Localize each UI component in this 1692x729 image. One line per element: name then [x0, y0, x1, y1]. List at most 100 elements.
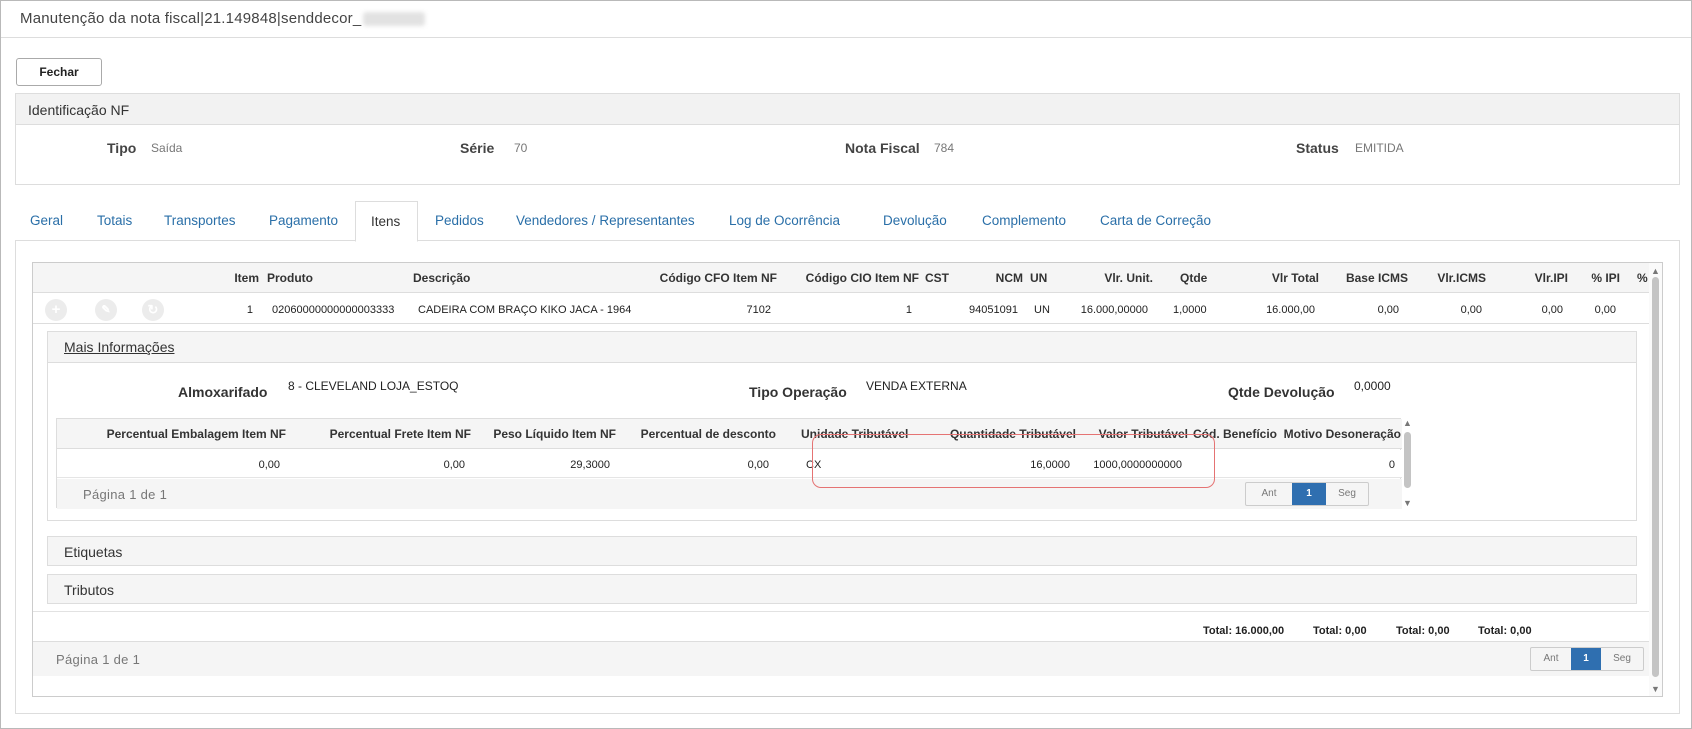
cell-valor: 1000,0000000000: [1093, 459, 1182, 471]
tab-complemento[interactable]: Complemento: [967, 201, 1081, 241]
tab-vendedores[interactable]: Vendedores / Representantes: [501, 201, 710, 241]
tipo-value: Saída: [151, 141, 183, 155]
scroll-up-icon[interactable]: ▲: [1651, 266, 1660, 276]
col-vlr-unit[interactable]: Vlr. Unit.: [1053, 271, 1153, 285]
cell-qtde: 1,0000: [1173, 304, 1207, 316]
col-motivo-desoneracao[interactable]: Motivo Desoneração: [1277, 427, 1401, 441]
scroll-down-icon[interactable]: ▼: [1651, 684, 1660, 694]
cell-vlr-unit: 16.000,00000: [1080, 304, 1148, 316]
col-produto[interactable]: Produto: [267, 271, 313, 285]
col-cio[interactable]: Código CIO Item NF: [773, 271, 919, 285]
items-grid-header: Item Produto Descrição Código CFO Item N…: [33, 263, 1662, 293]
tab-pagamento[interactable]: Pagamento: [254, 201, 353, 241]
sub-pager: Ant 1 Seg: [1245, 482, 1369, 506]
total-base-icms: Total: 0,00: [1313, 625, 1367, 637]
cell-cfo: 7102: [746, 304, 771, 316]
fechar-button[interactable]: Fechar: [16, 58, 102, 86]
col-base-icms[interactable]: Base ICMS: [1323, 271, 1408, 285]
tipo-operacao-label: Tipo Operação: [749, 384, 847, 400]
col-unidade-tributavel[interactable]: Unidade Tributável: [801, 427, 908, 441]
sub-grid-footer: Página 1 de 1 Ant 1 Seg: [57, 479, 1402, 509]
tab-geral[interactable]: Geral: [15, 201, 78, 241]
cell-produto: 02060000000000003333: [272, 304, 395, 316]
cell-embalagem: 0,00: [258, 459, 280, 471]
tab-totais[interactable]: Totais: [82, 201, 147, 241]
tab-transportes[interactable]: Transportes: [149, 201, 251, 241]
sub-pager-prev[interactable]: Ant: [1246, 483, 1292, 505]
col-vlr-total[interactable]: Vlr Total: [1233, 271, 1319, 285]
scroll-thumb[interactable]: [1652, 277, 1659, 677]
cell-frete: 0,00: [443, 459, 465, 471]
tab-pedidos[interactable]: Pedidos: [420, 201, 499, 241]
mais-informacoes-title[interactable]: Mais Informações: [64, 339, 174, 355]
tab-bar: Geral Totais Transportes Pagamento Itens…: [15, 201, 1680, 242]
total-vlr-total: Total: 16.000,00: [1203, 625, 1285, 637]
col-cst[interactable]: CST: [925, 271, 949, 285]
col-percentual-desconto[interactable]: Percentual de desconto: [616, 427, 776, 441]
col-item[interactable]: Item: [199, 271, 259, 285]
col-peso-liquido[interactable]: Peso Líquido Item NF: [471, 427, 616, 441]
items-pager-prev[interactable]: Ant: [1531, 648, 1571, 670]
cell-item: 1: [246, 304, 253, 316]
col-descricao[interactable]: Descrição: [413, 271, 470, 285]
tab-carta-correcao[interactable]: Carta de Correção: [1085, 201, 1226, 241]
col-percentual-frete[interactable]: Percentual Frete Item NF: [286, 427, 471, 441]
tab-itens[interactable]: Itens: [355, 201, 418, 242]
serie-label: Série: [460, 140, 495, 156]
sub-table-row[interactable]: 0,00 0,00 29,3000 0,00 CX 16,0000 1000,0…: [57, 450, 1402, 478]
sub-grid-scrollbar[interactable]: ▲ ▼: [1402, 418, 1414, 508]
col-cfo[interactable]: Código CFO Item NF: [633, 271, 777, 285]
mais-informacoes-header[interactable]: Mais Informações: [48, 332, 1636, 363]
edit-icon[interactable]: ✎: [95, 299, 117, 321]
col-vlr-ipi[interactable]: Vlr.IPI: [1493, 271, 1568, 285]
items-pager-page-1[interactable]: 1: [1571, 648, 1601, 670]
col-ncm[interactable]: NCM: [953, 271, 1023, 285]
total-vlr-icms: Total: 0,00: [1396, 625, 1450, 637]
items-pager: Ant 1 Seg: [1530, 647, 1644, 671]
items-table-row[interactable]: + ✎ ↻ 1 02060000000000003333 CADEIRA COM…: [33, 294, 1662, 324]
tipo-operacao-value: VENDA EXTERNA: [866, 379, 967, 393]
cell-peso: 29,3000: [570, 459, 610, 471]
col-quantidade-tributavel[interactable]: Quantidade Tributável: [917, 427, 1076, 441]
almoxarifado-label: Almoxarifado: [178, 384, 268, 400]
title-divider: [1, 37, 1691, 38]
scroll-up-icon[interactable]: ▲: [1403, 418, 1412, 428]
cell-descricao: CADEIRA COM BRAÇO KIKO JACA - 1964: [418, 304, 632, 316]
tributos-section[interactable]: Tributos: [47, 574, 1637, 604]
col-cod-beneficio[interactable]: Cód. Benefício: [1193, 427, 1277, 441]
cell-motivo: 0: [1388, 459, 1395, 471]
col-percentual-embalagem[interactable]: Percentual Embalagem Item NF: [57, 427, 286, 441]
status-value: EMITIDA: [1355, 141, 1404, 155]
sub-pager-page-1[interactable]: 1: [1292, 483, 1326, 505]
scroll-down-icon[interactable]: ▼: [1403, 498, 1412, 508]
items-grid: Item Produto Descrição Código CFO Item N…: [32, 262, 1663, 697]
items-pager-next[interactable]: Seg: [1601, 648, 1643, 670]
window-frame: Manutenção da nota fiscal|21.149848|send…: [0, 0, 1692, 729]
sub-pager-next[interactable]: Seg: [1326, 483, 1368, 505]
identificacao-panel: Identificação NF Tipo Saída Série 70 Not…: [15, 93, 1680, 185]
col-vlr-icms[interactable]: Vlr.ICMS: [1413, 271, 1486, 285]
cell-desconto: 0,00: [747, 459, 769, 471]
cell-vlr-total: 16.000,00: [1266, 304, 1315, 316]
almoxarifado-value: 8 - CLEVELAND LOJA_ESTOQ: [288, 379, 459, 393]
items-grid-footer: Página 1 de 1 Ant 1 Seg: [33, 641, 1651, 676]
cell-ncm: 94051091: [969, 304, 1018, 316]
plus-icon[interactable]: +: [45, 299, 67, 321]
sub-grid-header: Percentual Embalagem Item NF Percentual …: [57, 419, 1402, 449]
etiquetas-section[interactable]: Etiquetas: [47, 536, 1637, 566]
tab-log-ocorrencia[interactable]: Log de Ocorrência: [714, 201, 855, 241]
cell-unidade: CX: [806, 459, 822, 471]
cell-un: UN: [1034, 304, 1050, 316]
col-pct-ipi[interactable]: % IPI: [1570, 271, 1620, 285]
tab-devolucao[interactable]: Devolução: [868, 201, 962, 241]
col-valor-tributavel[interactable]: Valor Tributável: [1076, 427, 1188, 441]
nota-fiscal-label: Nota Fiscal: [845, 140, 920, 156]
scroll-thumb[interactable]: [1404, 432, 1411, 488]
items-grid-scrollbar[interactable]: ▲ ▼: [1649, 263, 1662, 696]
cell-base-icms: 0,00: [1377, 304, 1399, 316]
items-page-info: Página 1 de 1: [56, 652, 141, 667]
col-qtde[interactable]: Qtde: [1180, 271, 1207, 285]
refresh-icon[interactable]: ↻: [142, 299, 164, 321]
col-un[interactable]: UN: [1030, 271, 1047, 285]
sub-page-info: Página 1 de 1: [83, 487, 168, 502]
